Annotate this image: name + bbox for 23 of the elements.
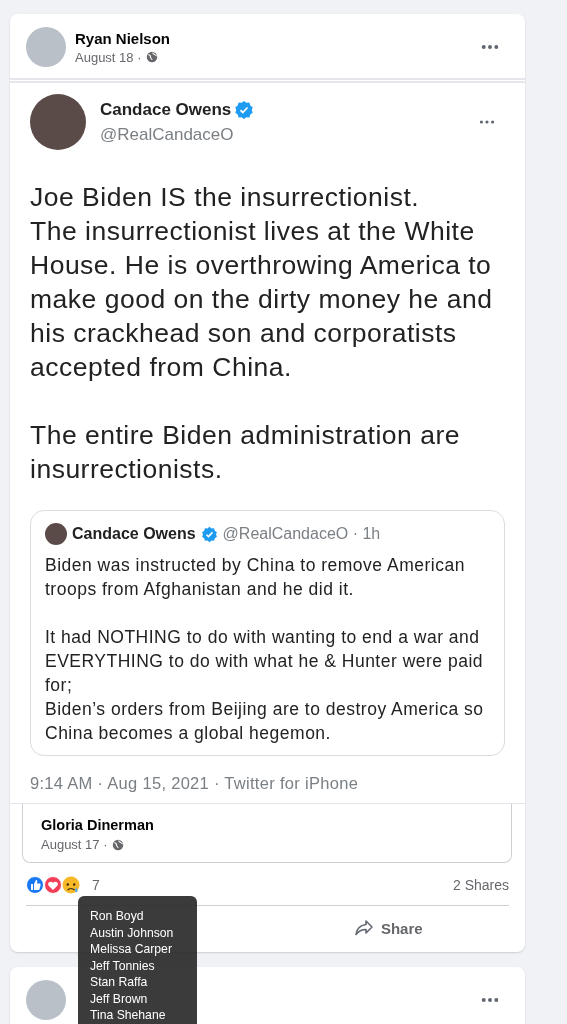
reaction-count[interactable]: 7 — [92, 877, 453, 893]
tweet-text: Joe Biden IS the insurrectionist. The insurrectionist lives at the White House. He is overthrowing America to make good on the dirty money he and his crackhead son and corporatists accepted from China. — [30, 181, 494, 384]
reactor-name: Melissa Carper — [90, 941, 173, 958]
reactor-name: Tina Shehane — [90, 1007, 167, 1024]
author-name[interactable]: Ryan Nielson — [75, 29, 472, 47]
reactor-name: Jeff Tonnies — [90, 957, 156, 974]
reactor-name: Ron Boyd — [90, 908, 145, 925]
quoted-author-name: Candace Owens — [72, 525, 196, 543]
original-poster-name[interactable]: Gloria Dinerman — [41, 817, 154, 833]
shares-count[interactable]: 2 Shares — [452, 877, 509, 893]
tweet-text: The entire Biden administration are insurrectionists. — [30, 419, 461, 486]
tweet-timestamp: 9:14 AM · Aug 15, 2021 · Twitter for iPhone — [30, 774, 360, 793]
reactor-name: Jeff Brown — [90, 990, 149, 1007]
reactor-name: Austin Johnson — [90, 924, 175, 941]
post-date[interactable]: August 18 · — [75, 49, 142, 65]
quoted-handle: @RealCandaceO · 1h — [222, 525, 381, 543]
tweet-author-name: Candace Owens — [100, 99, 232, 120]
quoted-tweet-text: It had NOTHING to do with wanting to end a war and EVERYTHING to do with what he & Hunter were paid for; Biden’s orders from Beijing are to destroy America so China becomes a global hegemon. — [45, 626, 485, 745]
quoted-tweet-text: Biden was instructed by China to remove American troops from Afghanistan and he did it. — [45, 554, 466, 601]
post-date[interactable]: August 17 · — [41, 837, 108, 852]
reactor-name: Stan Raffa — [90, 974, 149, 991]
tweet-handle: @RealCandaceO — [100, 124, 235, 145]
share-button[interactable]: Share — [267, 910, 509, 946]
